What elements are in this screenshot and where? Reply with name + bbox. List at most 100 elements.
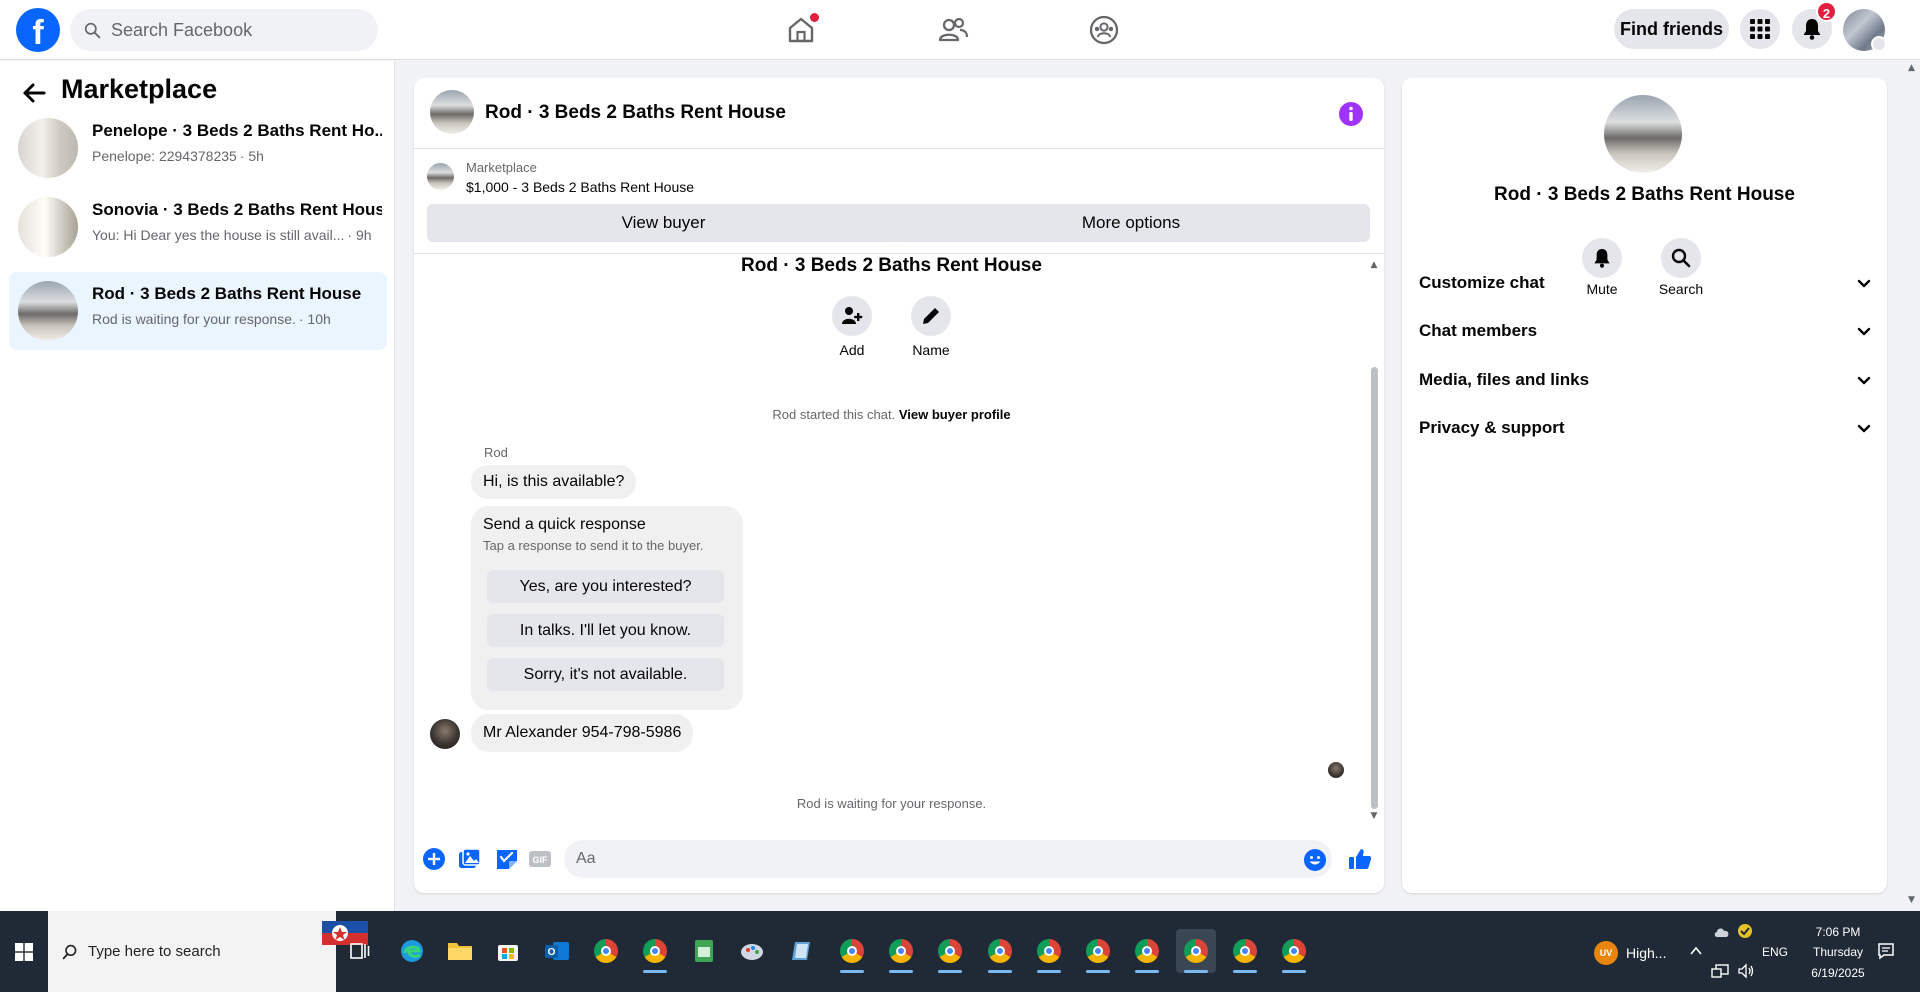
network-icon[interactable] (1711, 963, 1729, 979)
quick-response-option[interactable]: Sorry, it's not available. (487, 658, 724, 691)
scroll-up-arrow[interactable]: ▲ (1369, 260, 1379, 270)
taskbar-app-sheets[interactable] (684, 929, 724, 973)
notification-center-icon[interactable] (1877, 942, 1895, 960)
weather-text[interactable]: High... (1626, 945, 1666, 961)
gif-icon[interactable]: GIF (527, 846, 553, 872)
taskbar-app-chrome-9[interactable] (1274, 929, 1314, 973)
taskbar-app-edge[interactable] (392, 929, 432, 973)
conversation-item-sonovia[interactable]: Sonovia · 3 Beds 2 Baths Rent House You:… (9, 188, 387, 266)
taskbar-app-chrome-7[interactable] (1127, 929, 1167, 973)
svg-text:GIF: GIF (533, 855, 549, 865)
pencil-icon (923, 308, 939, 324)
onedrive-icon[interactable] (1713, 925, 1731, 939)
running-indicator (1233, 970, 1257, 973)
clock-date[interactable]: 6/19/2025 (1798, 966, 1878, 980)
taskbar-app-chrome-5[interactable] (1029, 929, 1069, 973)
sticker-icon[interactable] (494, 846, 520, 872)
chat-profile-image[interactable] (1604, 95, 1682, 173)
clock-time[interactable]: 7:06 PM (1808, 925, 1868, 939)
plus-circle-icon[interactable] (421, 846, 447, 872)
notes-icon (792, 942, 810, 960)
chevron-up-icon[interactable] (1689, 945, 1703, 957)
find-friends-button[interactable]: Find friends (1614, 9, 1729, 49)
taskbar-search-input[interactable] (88, 943, 238, 960)
info-icon[interactable] (1338, 101, 1364, 127)
facebook-search-input[interactable] (111, 19, 351, 41)
message-bubble[interactable]: Mr Alexander 954-798-5986 (471, 714, 694, 752)
chevron-down-icon (1857, 424, 1871, 433)
conversation-item-penelope[interactable]: Penelope · 3 Beds 2 Baths Rent Ho... Pen… (9, 109, 387, 187)
chat-info-panel: Rod · 3 Beds 2 Baths Rent House Mute Sea… (1402, 78, 1887, 893)
sender-avatar[interactable] (430, 719, 460, 749)
emoji-icon[interactable] (1303, 848, 1327, 872)
update-icon[interactable] (1737, 923, 1753, 939)
message-bubble[interactable]: Hi, is this available? (471, 465, 637, 499)
taskbar-app-chrome-6[interactable] (1078, 929, 1118, 973)
weather-uv-badge[interactable]: UV (1594, 941, 1618, 965)
privacy-support-section[interactable]: Privacy & support (1419, 408, 1873, 448)
chat-members-section[interactable]: Chat members (1419, 311, 1873, 351)
quick-response-option[interactable]: Yes, are you interested? (487, 570, 724, 603)
language-indicator[interactable]: ENG (1762, 945, 1788, 959)
quick-response-title: Send a quick response (483, 516, 646, 533)
listing-price-title[interactable]: $1,000 - 3 Beds 2 Baths Rent House (466, 179, 694, 195)
groups-icon[interactable] (1087, 13, 1121, 47)
conversation-item-rod[interactable]: Rod · 3 Beds 2 Baths Rent House Rod is w… (9, 272, 387, 350)
store-icon (498, 945, 518, 961)
chevron-down-icon[interactable] (1871, 36, 1887, 52)
svg-text:O: O (548, 947, 556, 958)
edit-name-button[interactable] (911, 296, 951, 336)
thumbs-up-icon[interactable] (1347, 846, 1373, 872)
conversation-title: Penelope · 3 Beds 2 Baths Rent Ho... (92, 121, 382, 140)
taskbar-app-file-explorer[interactable] (440, 929, 480, 973)
media-files-links-section[interactable]: Media, files and links (1419, 360, 1873, 400)
volume-icon[interactable] (1737, 963, 1755, 979)
conversation-thumbnail (18, 197, 78, 257)
taskbar-app-chrome-8[interactable] (1225, 929, 1265, 973)
menu-button[interactable] (1740, 9, 1780, 49)
search-icon (62, 944, 77, 959)
home-notification-dot (810, 13, 819, 22)
message-input[interactable] (564, 840, 1332, 878)
taskbar-app-outlook[interactable]: O (537, 929, 577, 973)
scrollbar-thumb[interactable] (1371, 367, 1378, 809)
scroll-down-arrow[interactable]: ▼ (1908, 895, 1915, 905)
quick-response-option[interactable]: In talks. I'll let you know. (487, 614, 724, 647)
chrome-icon (1282, 939, 1306, 963)
chevron-down-icon (1857, 327, 1871, 336)
taskbar-app-chrome-profile[interactable] (635, 929, 675, 973)
taskbar-app-chrome[interactable] (586, 929, 626, 973)
taskbar-app-store[interactable] (488, 929, 528, 973)
more-options-button[interactable]: More options (892, 204, 1370, 242)
view-buyer-profile-link[interactable]: View buyer profile (899, 407, 1011, 422)
taskbar-app-chrome-active[interactable] (1176, 929, 1216, 973)
taskbar-search-box[interactable] (48, 911, 368, 992)
friends-icon[interactable] (936, 13, 970, 47)
windows-logo-icon (15, 942, 33, 961)
facebook-logo[interactable]: f (16, 8, 60, 52)
back-arrow-icon[interactable] (20, 79, 48, 107)
customize-chat-section[interactable]: Customize chat (1419, 263, 1873, 303)
search-icon (84, 22, 101, 38)
bell-icon (1803, 19, 1821, 40)
page-scrollbar[interactable]: ▲ ▼ (1904, 61, 1920, 911)
task-view-button[interactable] (340, 929, 380, 973)
chat-title[interactable]: Rod · 3 Beds 2 Baths Rent House (485, 102, 786, 124)
chat-avatar[interactable] (430, 90, 474, 134)
view-buyer-button[interactable]: View buyer (427, 204, 900, 242)
taskbar-app-paint[interactable] (733, 929, 773, 973)
scroll-down-arrow[interactable]: ▼ (1369, 811, 1379, 821)
taskbar-app-chrome-3[interactable] (930, 929, 970, 973)
taskbar-app-notes[interactable] (782, 929, 822, 973)
quick-response-subtitle: Tap a response to send it to the buyer. (483, 538, 704, 553)
photo-icon[interactable] (457, 846, 483, 872)
windows-taskbar: O UV High... ENG 7:06 PM Thursday 6/19/2… (0, 911, 1920, 992)
clock-day[interactable]: Thursday (1808, 945, 1868, 959)
add-person-button[interactable] (832, 296, 872, 336)
start-button[interactable] (0, 911, 48, 992)
scroll-up-arrow[interactable]: ▲ (1908, 63, 1915, 73)
taskbar-app-chrome-2[interactable] (881, 929, 921, 973)
taskbar-app-chrome-4[interactable] (980, 929, 1020, 973)
taskbar-app-chrome-1[interactable] (832, 929, 872, 973)
facebook-search-bar[interactable] (70, 9, 378, 51)
